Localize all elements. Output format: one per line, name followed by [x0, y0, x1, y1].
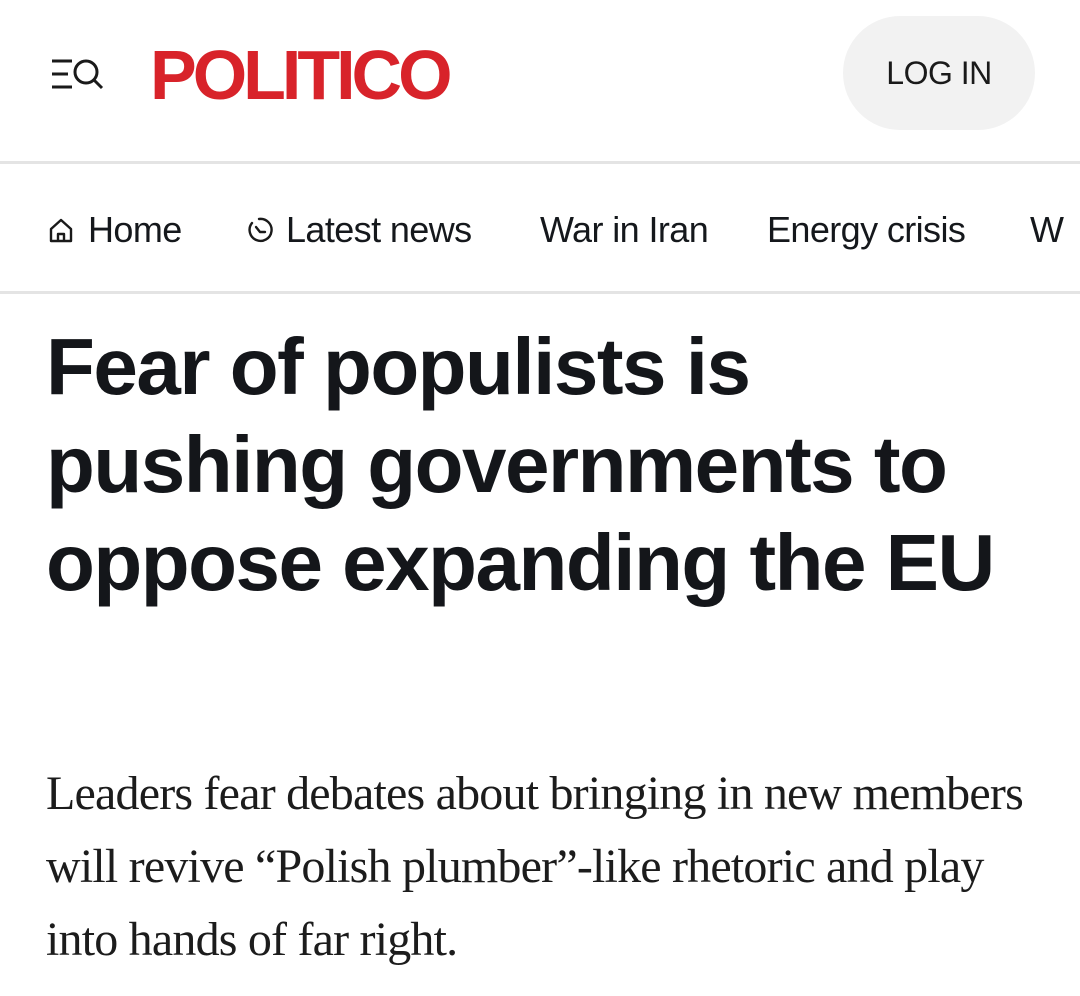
nav-item-energy-crisis[interactable]: Energy crisis — [767, 205, 966, 255]
nav-item-label: Home — [88, 209, 182, 250]
nav-item-label: W — [1030, 209, 1064, 250]
home-icon — [49, 218, 73, 243]
top-header: POLITICO LOG IN — [0, 0, 1080, 162]
nav-item-latest-news[interactable]: Latest news — [244, 205, 472, 255]
nav-divider — [0, 291, 1080, 294]
nav-item-truncated[interactable]: W — [1030, 205, 1064, 255]
nav-item-label: Latest news — [286, 209, 472, 250]
nav-item-label: Energy crisis — [767, 209, 966, 250]
login-button[interactable]: LOG IN — [843, 16, 1035, 130]
politico-logo[interactable]: POLITICO — [150, 40, 453, 110]
section-nav: Home Latest news War in Iran Energy cris… — [0, 165, 1080, 291]
nav-item-label: War in Iran — [540, 209, 709, 250]
nav-item-war-in-iran[interactable]: War in Iran — [540, 205, 709, 255]
header-divider — [0, 161, 1080, 164]
article-headline[interactable]: Fear of populists is pushing governments… — [46, 318, 1046, 612]
nav-item-home[interactable]: Home — [46, 205, 182, 255]
clock-icon — [248, 217, 273, 243]
article-dek: Leaders fear debates about bringing in n… — [46, 767, 1024, 966]
menu-search-icon[interactable] — [50, 55, 104, 95]
